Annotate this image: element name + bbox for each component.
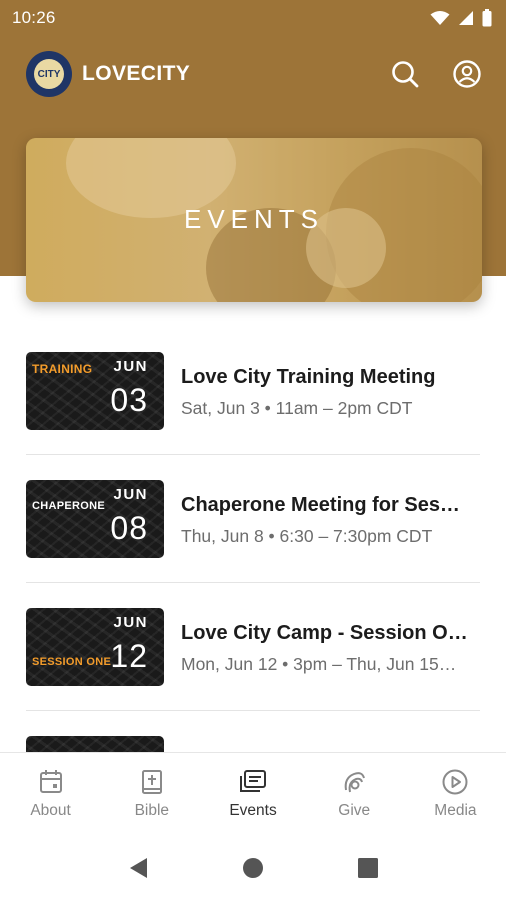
event-item[interactable]: TRAINING JUN 03 Love City Training Meeti… — [0, 346, 506, 474]
account-icon — [453, 60, 481, 88]
give-icon — [339, 767, 369, 797]
thumb-day: 12 — [110, 638, 148, 674]
app-bar: CITY LOVECITY — [0, 48, 506, 100]
account-button[interactable] — [450, 57, 484, 91]
app-logo[interactable]: CITY — [26, 51, 72, 97]
wifi-icon — [430, 10, 450, 26]
nav-item-media[interactable]: Media — [405, 753, 506, 832]
nav-label: Give — [338, 802, 371, 819]
nav-item-about[interactable]: About — [0, 753, 101, 832]
divider — [26, 710, 480, 711]
bottom-navigation: About Bible Events Give Media — [0, 752, 506, 832]
thumb-label: TRAINING — [32, 362, 93, 376]
thumb-label: SESSION ONE — [32, 656, 112, 668]
nav-item-give[interactable]: Give — [304, 753, 405, 832]
battery-icon — [482, 9, 492, 27]
calendar-icon — [36, 767, 66, 797]
system-navigation — [0, 836, 506, 900]
play-icon — [440, 767, 470, 797]
event-datetime: Mon, Jun 12 • 3pm – Thu, Jun 15… — [181, 654, 457, 674]
event-item[interactable]: SESSION ONE JUN 12 Love City Camp - Sess… — [0, 602, 506, 730]
search-button[interactable] — [388, 57, 422, 91]
thumb-month: JUN — [113, 614, 148, 631]
event-datetime: Thu, Jun 8 • 6:30 – 7:30pm CDT — [181, 526, 433, 546]
logo-badge: CITY — [34, 59, 64, 89]
app-actions — [388, 57, 484, 91]
event-title: Love City Training Meeting — [181, 366, 436, 388]
events-icon — [238, 767, 268, 797]
thumb-day: 03 — [110, 382, 148, 418]
divider — [26, 582, 480, 583]
home-icon — [242, 858, 263, 878]
nav-label: Bible — [134, 802, 170, 819]
status-bar: 10:26 — [0, 0, 506, 36]
event-thumbnail: CHAPERONE JUN 08 — [26, 480, 164, 558]
thumb-day: 08 — [110, 510, 148, 546]
event-title: Chaperone Meeting for Ses… — [181, 494, 460, 516]
thumb-month: JUN — [113, 486, 148, 503]
back-button[interactable] — [118, 848, 158, 888]
search-icon — [392, 61, 419, 88]
back-icon — [129, 858, 147, 878]
divider — [26, 454, 480, 455]
event-thumbnail: TRAINING JUN 03 — [26, 352, 164, 430]
home-button[interactable] — [233, 848, 273, 888]
events-hero-banner: EVENTS — [26, 138, 482, 302]
recents-button[interactable] — [348, 848, 388, 888]
event-thumbnail: SESSION ONE JUN 12 — [26, 608, 164, 686]
thumb-month: JUN — [113, 358, 148, 375]
thumb-label: CHAPERONE — [32, 500, 105, 512]
event-item[interactable]: CHAPERONE JUN 08 Chaperone Meeting for S… — [0, 474, 506, 602]
bible-icon — [137, 767, 167, 797]
nav-label: Events — [229, 802, 277, 819]
recents-icon — [358, 858, 379, 878]
nav-label: Media — [434, 802, 477, 819]
event-title: Love City Camp - Session O… — [181, 622, 468, 644]
status-icons — [430, 9, 492, 27]
status-time: 10:26 — [12, 8, 56, 27]
nav-item-bible[interactable]: Bible — [101, 753, 202, 832]
event-datetime: Sat, Jun 3 • 11am – 2pm CDT — [181, 398, 413, 418]
nav-item-events[interactable]: Events — [202, 753, 303, 832]
app-title: LOVECITY — [82, 62, 191, 85]
hero-title: EVENTS — [183, 204, 325, 234]
nav-label: About — [30, 802, 71, 819]
signal-icon — [458, 10, 474, 26]
